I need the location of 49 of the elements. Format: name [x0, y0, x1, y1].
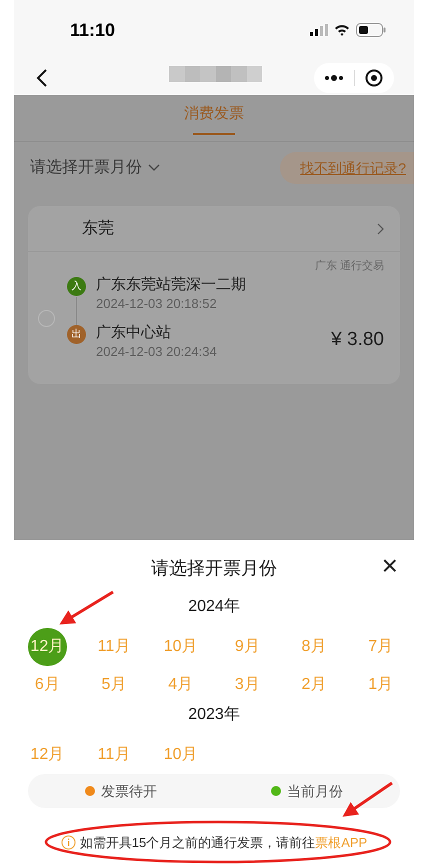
year-label: 2023年 — [188, 705, 240, 725]
close-button[interactable]: × — [382, 552, 398, 580]
record-card[interactable]: 东莞 入 广东东莞站莞深一二期 2024-12-03 20:18:52 出 广东中心站 2024-12-03 20:24:34 广东 通行交易 ¥ 3.80 — [28, 206, 400, 384]
pass-time: 2024-12-03 20:24:34 — [96, 343, 217, 361]
wifi-icon — [334, 24, 350, 36]
chevron-right-icon[interactable] — [377, 222, 384, 234]
month-option[interactable]: 7月 — [361, 628, 400, 666]
missing-record-link[interactable]: 找不到通行记录? — [280, 152, 414, 184]
annotation-arrow — [342, 782, 393, 817]
legend-label: 发票待开 — [101, 782, 157, 800]
city-name: 东莞 — [82, 218, 114, 238]
month-option[interactable]: 6月 — [28, 666, 67, 704]
month-option[interactable]: 12月 — [28, 736, 67, 774]
legend-label: 当前月份 — [287, 782, 343, 800]
exit-badge: 出 — [67, 325, 86, 344]
month-option[interactable]: 12月 — [28, 628, 67, 666]
entry-badge: 入 — [67, 277, 86, 296]
month-option[interactable]: 11月 — [94, 628, 134, 666]
month-option[interactable]: 5月 — [94, 666, 134, 704]
transaction-tag: 广东 通行交易 — [314, 258, 384, 274]
month-option[interactable]: 8月 — [294, 628, 334, 666]
station-name: 广东东莞站莞深一二期 — [96, 275, 246, 295]
info-note: 如需开具15个月之前的通行发票，请前往票根APP — [80, 834, 368, 852]
back-icon[interactable] — [36, 68, 48, 86]
amount: ¥ 3.80 — [331, 328, 384, 352]
signal-icon — [310, 24, 328, 36]
month-option[interactable]: 2月 — [294, 666, 334, 704]
capsule-menu[interactable] — [314, 62, 394, 92]
month-option[interactable]: 4月 — [161, 666, 200, 704]
sheet-title: 请选择开票月份 — [151, 556, 277, 580]
month-dropdown[interactable]: 请选择开票月份 — [30, 156, 160, 180]
status-time: 11:10 — [70, 18, 116, 42]
info-icon — [60, 835, 76, 850]
month-option[interactable]: 10月 — [161, 628, 200, 666]
station-name: 广东中心站 — [96, 323, 172, 343]
more-icon[interactable] — [324, 74, 344, 80]
month-option[interactable]: 10月 — [161, 736, 200, 774]
app-link[interactable]: 票根APP — [315, 835, 368, 850]
close-mini-program-icon[interactable] — [365, 68, 383, 86]
month-option[interactable]: 3月 — [228, 666, 267, 704]
month-option[interactable]: 9月 — [228, 628, 267, 666]
pass-time: 2024-12-03 20:18:52 — [96, 295, 218, 313]
annotation-arrow — [59, 590, 114, 625]
chevron-down-icon — [148, 164, 160, 172]
month-option[interactable]: 11月 — [94, 736, 134, 774]
year-label: 2024年 — [188, 597, 240, 617]
battery-icon — [356, 23, 386, 37]
month-option[interactable]: 1月 — [361, 666, 400, 704]
tab[interactable]: 消费发票 — [184, 95, 244, 141]
